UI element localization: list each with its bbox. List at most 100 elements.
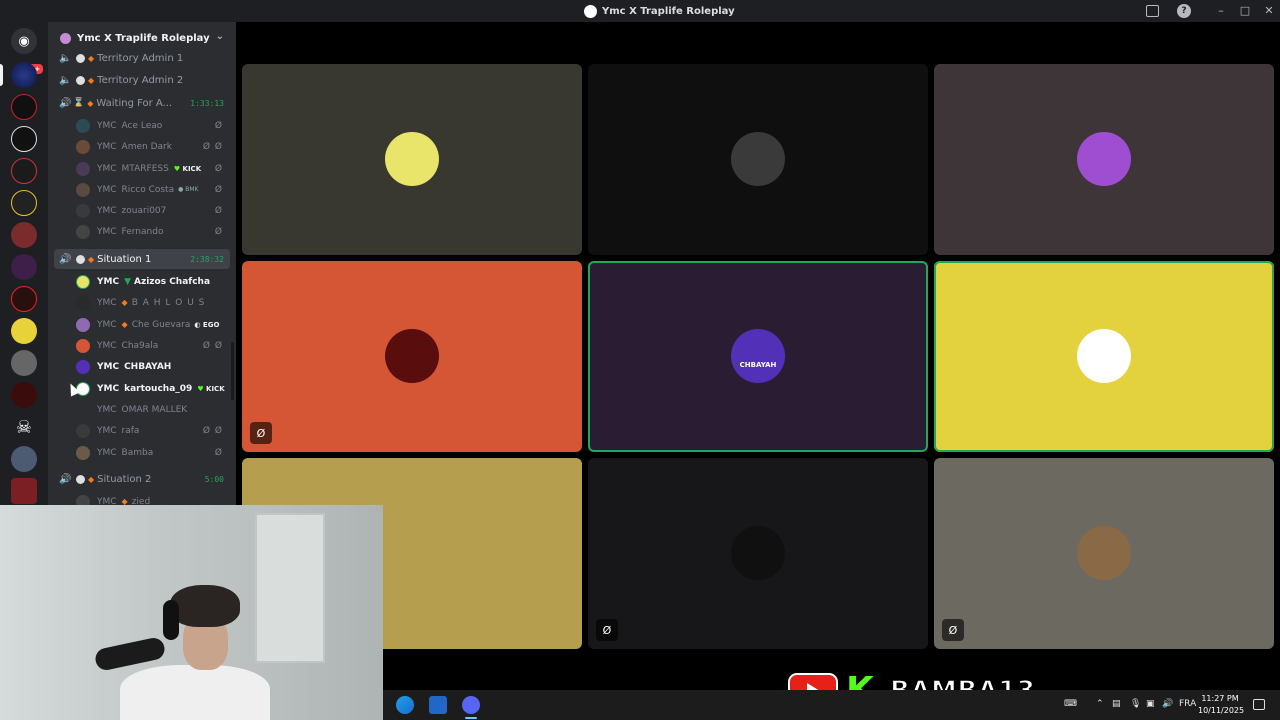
participant-tile[interactable]: Ø	[242, 261, 582, 452]
guild-icon	[60, 32, 71, 44]
voice-channel-territory-admin-2[interactable]: 🔈 ◆ Territory Admin 2	[54, 70, 230, 90]
channel-name: Territory Admin 2	[97, 74, 184, 86]
system-clock[interactable]: 11:27 PM 10/11/2025	[1198, 693, 1244, 717]
inbox-icon[interactable]	[1146, 5, 1159, 17]
help-icon[interactable]: ?	[1177, 4, 1191, 18]
avatar	[76, 494, 90, 505]
participant-avatar	[1077, 329, 1131, 383]
voice-user[interactable]: YMC kartoucha_09 ♥ KICK	[76, 378, 232, 399]
no-entry-icon	[76, 75, 85, 85]
avatar-label: CHBAYAH	[739, 361, 777, 369]
diamond-icon: ◆	[88, 53, 95, 63]
avatar	[76, 359, 90, 374]
network-icon[interactable]: ▤	[1112, 699, 1121, 709]
server-icon-gray[interactable]	[11, 350, 37, 376]
webcam-person-body	[120, 665, 270, 720]
chevron-up-icon[interactable]: ⌃	[1096, 699, 1104, 709]
voice-user[interactable]: YMC rafa Ø Ø	[76, 420, 232, 441]
participant-tile[interactable]: CHBAYAH	[588, 261, 928, 452]
clock-time: 11:27 PM	[1201, 694, 1239, 703]
user-name: Che Guevara	[131, 319, 191, 330]
avatar	[76, 317, 90, 332]
voice-channel-situation-1[interactable]: 🔊 ◆ Situation 1 2:38:32	[54, 249, 230, 269]
voice-user[interactable]: YMC MTARFESS ♥ KICK Ø	[76, 158, 232, 179]
server-icon-red[interactable]	[11, 286, 37, 312]
user-prefix: YMC	[97, 425, 117, 436]
voice-user[interactable]: YMC ◆ Che Guevara ◐ EGO	[76, 314, 232, 335]
voice-user[interactable]: YMC Ace Leao Ø	[76, 115, 232, 136]
avatar	[76, 274, 90, 289]
server-icon-shield[interactable]	[11, 158, 37, 184]
user-name: B A H L O U S	[131, 297, 206, 308]
microphone-tray-icon[interactable]: 🎙	[1130, 699, 1141, 709]
diamond-icon: ◆	[121, 320, 128, 329]
direct-messages-icon[interactable]: ◉	[11, 28, 37, 54]
user-name: zied	[131, 496, 151, 506]
avatar	[76, 338, 90, 353]
deafened-icon: Ø	[214, 163, 222, 174]
voice-user[interactable]: YMC CHBAYAH	[76, 356, 232, 377]
server-icon-ymc-red[interactable]	[11, 94, 37, 120]
voice-user[interactable]: YMC Fernando Ø	[76, 221, 232, 242]
keyboard-icon[interactable]: ⌨	[1064, 699, 1077, 709]
store-icon[interactable]	[429, 696, 447, 714]
voice-user[interactable]: YMC ◆ zied	[76, 491, 232, 505]
display-icon[interactable]: ▣	[1146, 699, 1155, 709]
discord-taskbar-icon[interactable]	[462, 696, 480, 714]
participant-tile[interactable]: Ø	[588, 458, 928, 649]
avatar	[76, 161, 90, 176]
speaker-icon: 🔊	[59, 97, 72, 109]
server-icon-square[interactable]	[11, 478, 37, 504]
participant-tile[interactable]: Ø	[934, 458, 1274, 649]
user-name: CHBAYAH	[124, 361, 172, 372]
server-icon-dark-red[interactable]	[11, 382, 37, 408]
server-icon-ymc-roleplay[interactable]	[11, 126, 37, 152]
minimize-icon[interactable]: –	[1214, 3, 1228, 17]
server-icon-avatar[interactable]	[11, 222, 37, 248]
avatar	[76, 423, 90, 438]
skull-server-icon[interactable]: ☠	[11, 414, 37, 440]
no-entry-icon	[76, 254, 85, 264]
voice-user[interactable]: YMC Amen Dark Ø Ø	[76, 136, 232, 157]
server-icon-purple[interactable]	[11, 254, 37, 280]
voice-user[interactable]: YMC ▼ Azizos Chafcha	[76, 271, 232, 292]
participant-tile[interactable]	[588, 64, 928, 255]
participant-tile[interactable]	[934, 64, 1274, 255]
hourglass-icon: ⌛	[73, 98, 85, 108]
no-entry-icon	[76, 53, 85, 63]
server-icon-blue[interactable]	[11, 446, 37, 472]
kick-tag: ♥ KICK	[174, 165, 201, 173]
voice-channel-territory-admin-1[interactable]: 🔈 ◆ Territory Admin 1	[54, 48, 230, 68]
language-indicator[interactable]: FRA	[1179, 699, 1196, 709]
edge-browser-icon[interactable]	[396, 696, 414, 714]
voice-user[interactable]: YMC zouari007 Ø	[76, 200, 232, 221]
maximize-icon[interactable]: □	[1238, 3, 1252, 17]
user-prefix: YMC	[97, 226, 117, 237]
voice-user[interactable]: YMC Cha9ala Ø Ø	[76, 335, 232, 356]
kick-tag: ♥ KICK	[197, 385, 224, 393]
participant-tile[interactable]	[934, 261, 1274, 452]
voice-user[interactable]: YMC OMAR MALLEK	[76, 399, 232, 420]
voice-user[interactable]: YMC Ricco Costa ● BMK Ø	[76, 179, 232, 200]
participant-tile[interactable]	[242, 64, 582, 255]
voice-user[interactable]: YMC Bamba Ø	[76, 442, 232, 463]
server-icon-yellow[interactable]	[11, 318, 37, 344]
guild-name: Ymc X Traplife Roleplay	[77, 32, 210, 44]
tag-label: BMK	[185, 186, 199, 193]
voice-channel-waiting[interactable]: 🔊 ⌛ ◆ Waiting For A... 1:33:13	[54, 93, 230, 113]
voice-channel-situation-2[interactable]: 🔊 ◆ Situation 2 5:00	[54, 469, 230, 489]
volume-icon[interactable]: 🔊	[1162, 699, 1173, 709]
active-app-indicator	[465, 717, 477, 719]
server-icon-ymc[interactable]	[11, 62, 37, 88]
user-prefix: YMC	[97, 447, 117, 458]
user-prefix: YMC	[97, 340, 117, 351]
server-icon-bamba[interactable]	[11, 190, 37, 216]
chevron-down-icon[interactable]: ⌄	[216, 31, 224, 42]
sidebar-scrollbar[interactable]	[231, 342, 234, 400]
voice-user[interactable]: YMC ◆ B A H L O U S	[76, 292, 232, 313]
user-prefix: YMC	[97, 404, 117, 415]
ego-tag: ◐ EGO	[194, 320, 220, 329]
notification-icon[interactable]	[1253, 699, 1265, 710]
close-icon[interactable]: ✕	[1262, 3, 1276, 17]
user-prefix: YMC	[97, 205, 117, 216]
